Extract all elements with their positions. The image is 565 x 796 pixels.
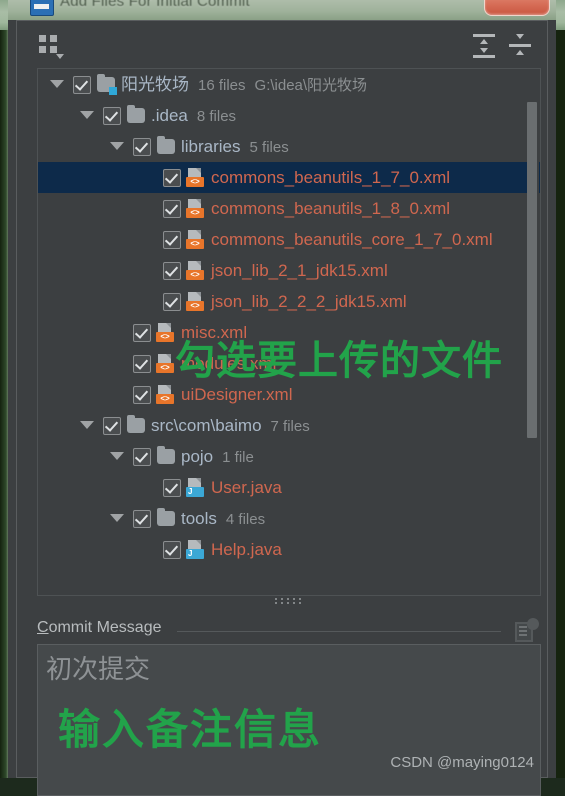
xml-file-icon: <>: [156, 354, 176, 374]
row-checkbox[interactable]: [163, 541, 181, 559]
twisty-expanded-icon[interactable]: [110, 142, 124, 150]
collapse-all-icon[interactable]: [509, 34, 531, 58]
tree-row-label: tools 4 files: [181, 509, 266, 528]
splitter-handle-icon: [274, 598, 304, 604]
dialog-window: Add Files For Initial Commit 阳光牧场 16 fil…: [8, 0, 556, 796]
close-icon[interactable]: [484, 0, 550, 16]
twisty-expanded-icon[interactable]: [80, 421, 94, 429]
tree-row-label: libraries 5 files: [181, 137, 289, 156]
tree-row-label: User.java: [211, 478, 282, 497]
tree-row[interactable]: <> commons_beanutils_1_8_0.xml: [38, 193, 540, 224]
tree-row-file-count: 8 files: [196, 108, 237, 125]
tree-row-label: src\com\baimo 7 files: [151, 416, 310, 435]
tree-row[interactable]: tools 4 files: [38, 503, 540, 534]
tree-toolbar: [17, 21, 547, 66]
xml-file-icon: <>: [186, 292, 206, 312]
tree-row-file-count: 16 files: [198, 77, 246, 94]
tree-row[interactable]: 阳光牧场 16 files G:\idea\阳光牧场: [38, 69, 540, 100]
xml-file-icon: <>: [186, 230, 206, 250]
row-checkbox[interactable]: [133, 138, 151, 156]
tree-row[interactable]: <> commons_beanutils_core_1_7_0.xml: [38, 224, 540, 255]
tree-row[interactable]: pojo 1 file: [38, 441, 540, 472]
folder-icon: [127, 105, 145, 123]
twisty-expanded-icon[interactable]: [80, 111, 94, 119]
tree-row-label: json_lib_2_1_jdk15.xml: [211, 261, 388, 280]
row-checkbox[interactable]: [133, 386, 151, 404]
tree-row[interactable]: <> json_lib_2_1_jdk15.xml: [38, 255, 540, 286]
commit-label-mnemonic: C: [37, 619, 49, 636]
app-icon: [30, 0, 54, 16]
tree-row-label: Help.java: [211, 540, 282, 559]
tree-row-path: G:\idea\阳光牧场: [254, 77, 368, 94]
tree-row-file-count: 7 files: [270, 418, 310, 435]
watermark-text: CSDN @maying0124: [390, 754, 534, 771]
twisty-expanded-icon[interactable]: [110, 452, 124, 460]
commit-message-header: Commit Message: [37, 618, 541, 643]
commit-message-history-icon[interactable]: [515, 618, 539, 642]
window-title: Add Files For Initial Commit: [60, 0, 250, 10]
folder-icon: [157, 508, 175, 526]
tree-row[interactable]: libraries 5 files: [38, 131, 540, 162]
folder-icon: [157, 136, 175, 154]
tree-row[interactable]: src\com\baimo 7 files: [38, 410, 540, 441]
java-file-icon: J: [186, 478, 206, 498]
xml-file-icon: <>: [186, 199, 206, 219]
row-checkbox[interactable]: [163, 200, 181, 218]
tree-row-label: 阳光牧场 16 files G:\idea\阳光牧场: [121, 75, 368, 94]
tree-row[interactable]: J Help.java: [38, 534, 540, 565]
row-checkbox[interactable]: [133, 510, 151, 528]
expand-all-icon[interactable]: [473, 34, 495, 58]
annotation-select-files: 勾选要上传的文件: [175, 338, 503, 384]
tree-row-label: commons_beanutils_1_7_0.xml: [211, 168, 451, 187]
row-checkbox[interactable]: [133, 448, 151, 466]
row-checkbox[interactable]: [163, 262, 181, 280]
tree-row-label: pojo 1 file: [181, 447, 254, 466]
java-file-icon: J: [186, 540, 206, 560]
row-checkbox[interactable]: [133, 324, 151, 342]
row-checkbox[interactable]: [163, 169, 181, 187]
tree-row[interactable]: <> commons_beanutils_1_7_0.xml: [38, 162, 540, 193]
commit-header-divider: [177, 631, 501, 632]
module-folder-icon: [97, 74, 117, 95]
tree-row-label: .idea 8 files: [151, 106, 237, 125]
group-by-icon[interactable]: [39, 35, 65, 59]
row-checkbox[interactable]: [103, 417, 121, 435]
commit-label-rest: ommit Message: [48, 619, 162, 636]
tree-row[interactable]: .idea 8 files: [38, 100, 540, 131]
tree-row-label: commons_beanutils_1_8_0.xml: [211, 199, 451, 218]
tree-scrollbar-thumb[interactable]: [527, 102, 537, 438]
xml-file-icon: <>: [156, 323, 176, 343]
folder-icon: [127, 415, 145, 433]
row-checkbox[interactable]: [133, 355, 151, 373]
tree-row-file-count: 4 files: [225, 511, 266, 528]
commit-message-value: 初次提交: [46, 655, 151, 685]
row-checkbox[interactable]: [163, 479, 181, 497]
annotation-enter-message: 输入备注信息: [58, 705, 323, 754]
chevron-down-icon: [56, 54, 64, 59]
xml-file-icon: <>: [186, 168, 206, 188]
row-checkbox[interactable]: [73, 76, 91, 94]
twisty-expanded-icon[interactable]: [110, 514, 124, 522]
tree-scrollbar[interactable]: [527, 70, 539, 595]
tree-row[interactable]: J User.java: [38, 472, 540, 503]
commit-message-label: Commit Message: [37, 619, 161, 637]
folder-icon: [157, 446, 175, 464]
row-checkbox[interactable]: [103, 107, 121, 125]
title-bar[interactable]: Add Files For Initial Commit: [8, 0, 556, 20]
row-checkbox[interactable]: [163, 231, 181, 249]
tree-row[interactable]: <> json_lib_2_2_2_jdk15.xml: [38, 286, 540, 317]
tree-row-file-count: 1 file: [222, 449, 254, 466]
tree-row-file-count: 5 files: [249, 139, 289, 156]
row-checkbox[interactable]: [163, 293, 181, 311]
tree-row-label: json_lib_2_2_2_jdk15.xml: [211, 292, 407, 311]
tree-row-label: commons_beanutils_core_1_7_0.xml: [211, 230, 493, 249]
panel-splitter[interactable]: [37, 596, 541, 608]
dialog-body: 阳光牧场 16 files G:\idea\阳光牧场 .idea 8 files libr…: [16, 20, 548, 796]
xml-file-icon: <>: [186, 261, 206, 281]
xml-file-icon: <>: [156, 385, 176, 405]
twisty-expanded-icon[interactable]: [50, 80, 64, 88]
